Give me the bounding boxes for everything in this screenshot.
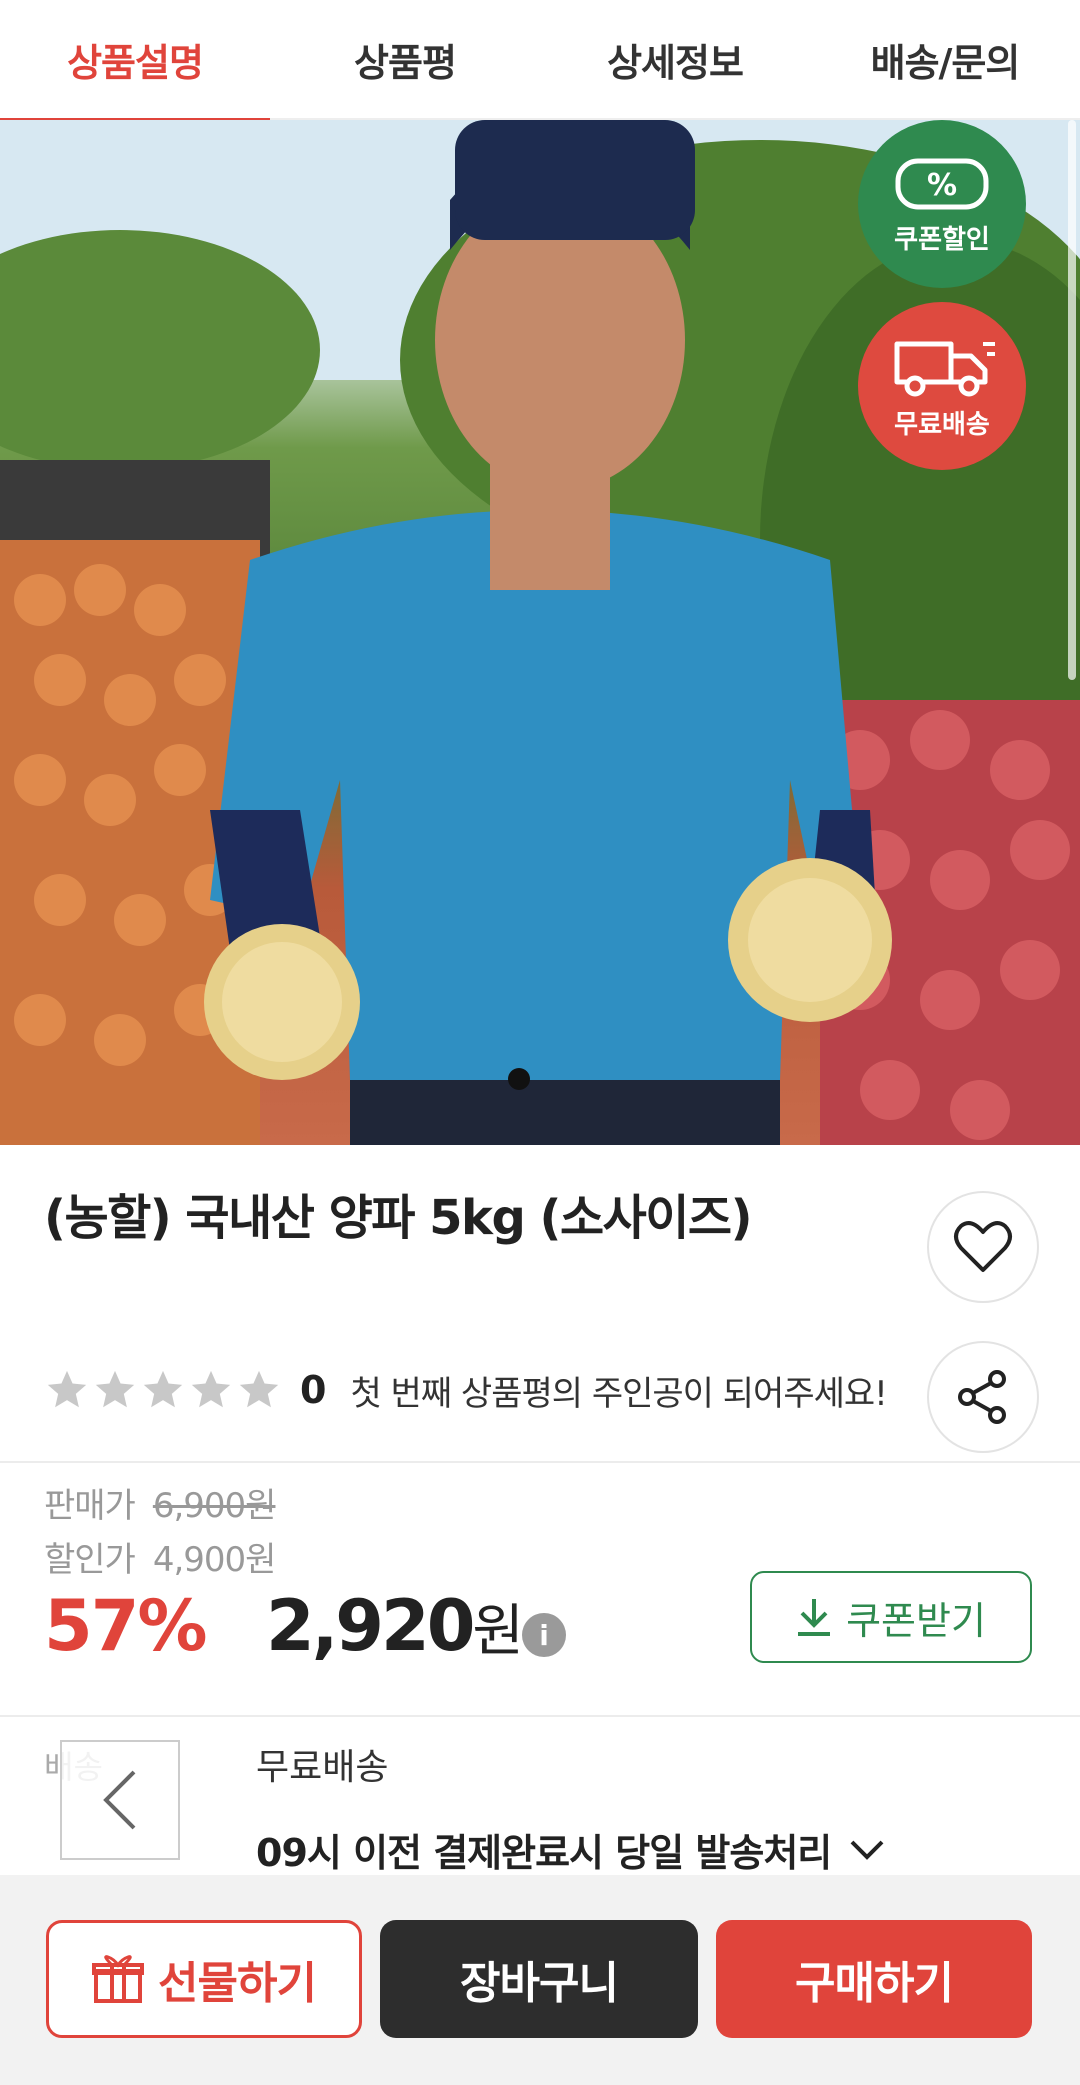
back-button[interactable] [60, 1740, 180, 1860]
star-rating [44, 1367, 282, 1413]
delivery-truck-icon [894, 341, 995, 396]
discount-percent: 57% [44, 1585, 208, 1667]
product-rating[interactable]: 0 첫 번째 상품평의 주인공이 되어주세요! [44, 1360, 888, 1420]
discount-price: 4,900원 [152, 1540, 277, 1580]
gift-button-label: 선물하기 [158, 1958, 317, 2009]
final-price: 2,920원 [266, 1585, 524, 1667]
chevron-down-icon [850, 1840, 884, 1860]
free-shipping-badge[interactable]: 무료배송 [858, 302, 1026, 470]
product-title: (농할) 국내산 양파 5kg (소사이즈) [44, 1190, 753, 1246]
review-prompt: 첫 번째 상품평의 주인공이 되어주세요! [350, 1373, 887, 1414]
sale-price-label: 판매가 [44, 1486, 136, 1526]
discount-price-row: 할인가 4,900원 [44, 1532, 277, 1581]
page-scrollbar[interactable] [1068, 120, 1076, 680]
gift-icon [92, 1955, 145, 2003]
get-coupon-button[interactable]: 쿠폰받기 [750, 1571, 1032, 1663]
star-icon [47, 1370, 87, 1408]
discount-price-label: 할인가 [44, 1540, 136, 1580]
product-detail-page: 상품설명 상품평 상세정보 배송/문의 % 쿠폰할인 무료배송 (농할) 국내산… [0, 0, 1080, 2085]
tab-details[interactable]: 상세정보 [540, 0, 810, 118]
star-icon [191, 1370, 231, 1408]
section-tabs: 상품설명 상품평 상세정보 배송/문의 [0, 0, 1080, 120]
share-button[interactable] [927, 1341, 1039, 1453]
tab-reviews[interactable]: 상품평 [270, 0, 540, 118]
buy-now-button[interactable]: 구매하기 [716, 1920, 1032, 2038]
price-info-icon[interactable]: i [522, 1613, 566, 1657]
add-to-cart-button[interactable]: 장바구니 [380, 1920, 698, 2038]
percent-glyph: % [927, 168, 957, 203]
shipping-type: 무료배송 [256, 1747, 389, 1788]
sale-price-original: 6,900원 [152, 1486, 277, 1526]
final-price-amount: 2,920 [266, 1585, 475, 1667]
star-icon [143, 1370, 183, 1408]
share-icon [958, 1370, 1006, 1424]
carousel-dot-active[interactable] [508, 1068, 530, 1090]
coupon-badge-label: 쿠폰할인 [894, 224, 990, 255]
star-icon [239, 1370, 279, 1408]
shipping-badge-label: 무료배송 [894, 409, 990, 440]
tab-shipping-inquiry[interactable]: 배송/문의 [810, 0, 1080, 118]
review-count: 0 [300, 1368, 327, 1412]
final-price-currency: 원 [472, 1599, 524, 1664]
divider [0, 1461, 1080, 1463]
shipping-note-text: 09시 이전 결제완료시 당일 발송처리 [256, 1831, 832, 1875]
wishlist-button[interactable] [927, 1191, 1039, 1303]
percent-coupon-icon: % [895, 158, 989, 209]
heart-icon [954, 1221, 1012, 1272]
star-icon [95, 1370, 135, 1408]
tab-description[interactable]: 상품설명 [0, 0, 270, 118]
download-icon [798, 1599, 831, 1636]
chevron-left-icon [103, 1770, 136, 1830]
divider [0, 1715, 1080, 1717]
shipping-note[interactable]: 09시 이전 결제완료시 당일 발송처리 [256, 1822, 885, 1877]
coupon-discount-badge[interactable]: % 쿠폰할인 [858, 120, 1026, 288]
gift-button[interactable]: 선물하기 [46, 1920, 362, 2038]
get-coupon-label: 쿠폰받기 [846, 1598, 986, 1643]
sale-price-row: 판매가 6,900원 [44, 1478, 277, 1527]
